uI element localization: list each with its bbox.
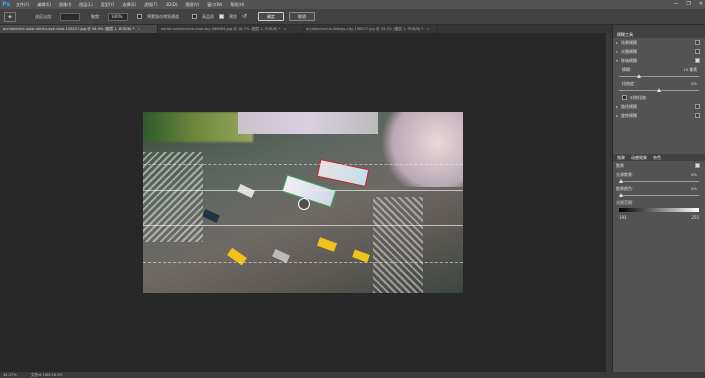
ok-button[interactable]: 确定 <box>258 12 285 21</box>
menu-window[interactable]: 窗口(W) <box>203 0 226 9</box>
range-high-value: 255 <box>691 215 699 220</box>
document-tab[interactable]: architecture-asian-bird-s-eye-view-10852… <box>0 25 158 33</box>
tab-title: architecture-buildings-city-138077.jpg @… <box>306 27 424 31</box>
taxi <box>352 249 370 263</box>
effects-tabs: 效果 动感效果 杂色 <box>613 154 705 161</box>
bokeh-color-value: 0% <box>690 186 697 191</box>
distortion-row: 扭曲度： 0% <box>622 80 697 87</box>
close-icon[interactable]: × <box>426 25 429 33</box>
save-mask-checkbox[interactable] <box>137 14 142 19</box>
selection-bleed-label: 选区出血： <box>35 13 55 19</box>
menu-image[interactable]: 图像(I) <box>55 0 75 9</box>
high-quality-label: 高品质 <box>202 13 214 19</box>
close-icon[interactable]: × <box>283 25 286 33</box>
tilt-shift-guide[interactable] <box>143 190 463 191</box>
panel-row-path-blur[interactable]: ▸ 路径模糊 <box>613 102 705 111</box>
menu-type[interactable]: 类型(Y) <box>97 0 119 9</box>
menu-edit[interactable]: 编辑(E) <box>33 0 55 9</box>
spin-blur-checkbox[interactable] <box>695 113 700 118</box>
blur-value: 15 像素 <box>683 66 697 72</box>
field-blur-checkbox[interactable] <box>695 40 700 45</box>
tab-effects[interactable]: 效果 <box>617 154 631 161</box>
tab-noise[interactable]: 杂色 <box>653 154 667 161</box>
focus-label: 聚焦： <box>91 13 103 19</box>
document-tabs: architecture-asian-bird-s-eye-view-10852… <box>0 25 612 33</box>
light-bokeh-row: 光源散景： 0% <box>616 171 697 178</box>
light-bokeh-value: 0% <box>690 172 697 177</box>
bokeh-color-row: 散景颜色： 0% <box>616 185 697 192</box>
light-range-values: 191 255 <box>613 213 705 222</box>
menu-filter[interactable]: 滤镜(T) <box>140 0 162 9</box>
bokeh-row: 散景 <box>613 161 705 170</box>
tilt-shift-checkbox[interactable] <box>695 58 700 63</box>
menu-layer[interactable]: 图层(L) <box>75 0 96 9</box>
tilt-shift-guide[interactable] <box>143 164 463 165</box>
menu-select[interactable]: 选择(S) <box>118 0 140 9</box>
light-range-row: 光照范围： <box>616 199 636 205</box>
high-quality-checkbox[interactable] <box>192 14 197 19</box>
tilt-shift-guide[interactable] <box>143 262 463 263</box>
car <box>272 248 290 264</box>
path-blur-checkbox[interactable] <box>695 104 700 109</box>
panel-tab-blur-tools[interactable]: 模糊工具 <box>613 31 705 38</box>
close-icon[interactable]: ✕ <box>699 0 703 9</box>
crosswalk <box>373 197 423 293</box>
focus-field[interactable]: 100% <box>108 12 128 21</box>
cancel-button[interactable]: 取消 <box>289 12 316 21</box>
crosswalk <box>143 152 203 242</box>
menu-bar: Ps 文件(F) 编辑(E) 图像(I) 图层(L) 类型(Y) 选择(S) 滤… <box>0 0 705 9</box>
document-tab[interactable]: aerial-architecture-blue-sky-466685.jpg … <box>158 25 303 33</box>
zoom-level[interactable]: 44.37% <box>3 372 17 378</box>
tilt-shift-icon[interactable]: ◈ <box>4 11 16 22</box>
window-controls: — ❐ ✕ <box>673 0 703 9</box>
bokeh-checkbox[interactable] <box>695 163 700 168</box>
tab-motion-effects[interactable]: 动感效果 <box>631 154 653 161</box>
taxi <box>317 237 337 252</box>
reset-icon[interactable]: ↺ <box>242 13 247 20</box>
car <box>237 183 255 199</box>
trees-area <box>143 112 253 142</box>
light-range-gradient[interactable] <box>619 208 699 212</box>
tilt-shift-guide[interactable] <box>143 225 463 226</box>
symmetric-distortion-row[interactable]: 对称扭曲 <box>613 93 705 102</box>
menu-file[interactable]: 文件(F) <box>12 0 33 9</box>
tab-title: aerial-architecture-blue-sky-466685.jpg … <box>161 27 281 31</box>
iris-blur-checkbox[interactable] <box>695 49 700 54</box>
plaza-top <box>238 112 378 134</box>
blur-tools-panel: 模糊工具 ▸ 场景模糊 ▸ 光圈模糊 ▾ 移轴模糊 模糊： 15 像素 扭曲度： 0% 对… <box>612 25 705 372</box>
panel-row-field-blur[interactable]: ▸ 场景模糊 <box>613 38 705 47</box>
menu-view[interactable]: 视图(V) <box>181 0 203 9</box>
document-tab[interactable]: architecture-buildings-city-138077.jpg @… <box>303 25 438 33</box>
document-image[interactable] <box>143 112 463 293</box>
document-size: 文档:6.18M/16.5M <box>30 373 63 377</box>
options-bar: ◈ 选区出血： 聚焦： 100% 将蒙版存储到通道 高品质 预览 ↺ 确定 取消 <box>0 9 705 25</box>
distortion-value: 0% <box>690 81 697 86</box>
preview-label: 预览 <box>229 13 237 19</box>
plaza-area <box>378 112 463 187</box>
close-icon[interactable]: × <box>137 25 140 33</box>
preview-checkbox[interactable] <box>219 14 224 19</box>
menu-3d[interactable]: 3D(D) <box>162 0 182 9</box>
range-low-value: 191 <box>619 215 627 220</box>
restore-icon[interactable]: ❐ <box>686 0 690 9</box>
symmetric-checkbox[interactable] <box>622 95 627 100</box>
tab-title: architecture-asian-bird-s-eye-view-10852… <box>3 27 135 31</box>
panel-row-tilt-shift[interactable]: ▾ 移轴模糊 <box>613 56 705 65</box>
car <box>202 208 220 224</box>
selection-bleed-field[interactable] <box>60 12 80 21</box>
blur-amount-row: 模糊： 15 像素 <box>622 66 697 72</box>
minimize-icon[interactable]: — <box>673 0 678 9</box>
status-bar: 44.37% 文档:6.18M/16.5M <box>0 372 705 378</box>
panel-row-iris-blur[interactable]: ▸ 光圈模糊 <box>613 47 705 56</box>
save-mask-label: 将蒙版存储到通道 <box>147 13 179 19</box>
photoshop-logo: Ps <box>2 1 10 8</box>
panel-row-spin-blur[interactable]: ▸ 旋转模糊 <box>613 111 705 120</box>
menu-help[interactable]: 帮助(H) <box>226 0 248 9</box>
blur-pin-icon[interactable] <box>298 198 310 210</box>
